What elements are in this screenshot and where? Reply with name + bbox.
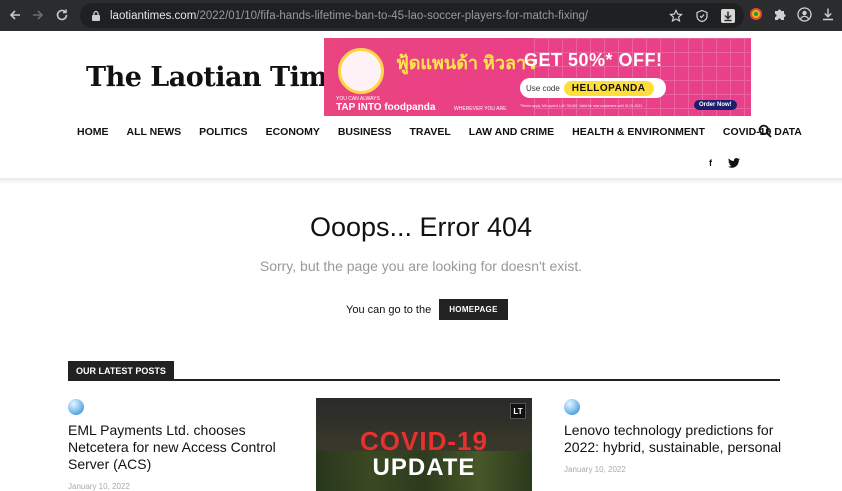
- colorful-extension-icon[interactable]: [746, 4, 766, 24]
- ad-fine-print: *Terms apply. Min spend LAK 35,000. Vali…: [520, 104, 644, 108]
- menu-item-travel[interactable]: TRAVEL: [410, 126, 451, 138]
- twitter-icon[interactable]: [728, 158, 740, 168]
- latest-posts-heading: OUR LATEST POSTS: [68, 361, 174, 381]
- post-globe-icon: [564, 399, 580, 415]
- lock-icon: [92, 10, 100, 21]
- post-date: January 10, 2022: [68, 482, 130, 491]
- download-box-icon[interactable]: [718, 6, 738, 26]
- goto-homepage-row: You can go to the HOMEPAGE: [346, 299, 508, 320]
- ad-promo-code: HELLOPANDA: [563, 80, 654, 96]
- menu-item-law-and-crime[interactable]: LAW AND CRIME: [469, 126, 554, 138]
- facebook-icon[interactable]: f: [709, 158, 712, 168]
- menu-item-all-news[interactable]: ALL NEWS: [127, 126, 182, 138]
- shield-extension-icon[interactable]: [692, 6, 712, 26]
- covid-image-line2: UPDATE: [372, 454, 476, 481]
- post-date: January 10, 2022: [564, 465, 626, 474]
- profile-avatar-icon[interactable]: [794, 4, 814, 24]
- error-title: Ooops... Error 404: [309, 212, 533, 242]
- search-icon[interactable]: [758, 124, 772, 138]
- foodpanda-ad-banner[interactable]: ฟู้ดแพนด้า หิวลาว YOU CAN ALWAYS TAP INT…: [324, 38, 751, 116]
- url-path: /2022/01/10/fifa-hands-lifetime-ban-to-4…: [196, 9, 589, 22]
- post-title[interactable]: EML Payments Ltd. chooses Netcetera for …: [68, 422, 288, 473]
- ad-thai-text: ฟู้ดแพนด้า หิวลาว: [396, 53, 537, 73]
- reload-icon[interactable]: [51, 4, 73, 26]
- bookmark-star-icon[interactable]: [666, 6, 686, 26]
- puzzle-extensions-icon[interactable]: [770, 4, 790, 24]
- panda-mascot-icon: [338, 48, 384, 94]
- header-divider: [0, 178, 842, 184]
- main-menu: HOME ALL NEWS POLITICS ECONOMY BUSINESS …: [77, 126, 802, 138]
- downloads-icon[interactable]: [818, 4, 838, 24]
- post-card[interactable]: EML Payments Ltd. chooses Netcetera for …: [68, 399, 288, 491]
- error-subtitle: Sorry, but the page you are looking for …: [259, 258, 583, 274]
- menu-item-business[interactable]: BUSINESS: [338, 126, 392, 138]
- address-bar[interactable]: laotiantimes.com/2022/01/10/fifa-hands-l…: [80, 3, 744, 28]
- social-links: f: [709, 158, 740, 168]
- ad-tap-text: TAP INTO foodpanda: [336, 102, 436, 113]
- ad-wherever: WHEREVER YOU ARE: [454, 106, 507, 112]
- ad-use-code: Use code: [526, 83, 560, 93]
- homepage-button[interactable]: HOMEPAGE: [439, 299, 508, 320]
- ad-order-button[interactable]: Order Now!: [694, 100, 737, 110]
- goto-text: You can go to the: [346, 303, 432, 316]
- url-text: laotiantimes.com/2022/01/10/fifa-hands-l…: [110, 10, 588, 22]
- covid-image-line1: COVID-19: [360, 426, 488, 456]
- ad-code-pill: Use code HELLOPANDA: [520, 78, 666, 98]
- laotian-times-badge: LT: [510, 403, 526, 419]
- browser-toolbar: laotiantimes.com/2022/01/10/fifa-hands-l…: [0, 0, 842, 31]
- ad-headline: GET 50%* OFF!: [524, 50, 663, 70]
- menu-item-health-environment[interactable]: HEALTH & ENVIRONMENT: [572, 126, 705, 138]
- back-arrow-icon[interactable]: [4, 4, 26, 26]
- menu-item-home[interactable]: HOME: [77, 126, 109, 138]
- url-domain: laotiantimes.com: [110, 9, 197, 22]
- menu-item-economy[interactable]: ECONOMY: [266, 126, 320, 138]
- post-title[interactable]: Lenovo technology predictions for 2022: …: [564, 422, 784, 456]
- menu-item-politics[interactable]: POLITICS: [199, 126, 247, 138]
- forward-arrow-icon[interactable]: [27, 4, 49, 26]
- post-globe-icon: [68, 399, 84, 415]
- latest-posts-divider: [68, 379, 780, 381]
- site-logo[interactable]: The Laotian Times: [86, 62, 359, 93]
- post-card[interactable]: Lenovo technology predictions for 2022: …: [564, 399, 784, 474]
- covid-update-image[interactable]: LT COVID-19 UPDATE: [316, 398, 532, 491]
